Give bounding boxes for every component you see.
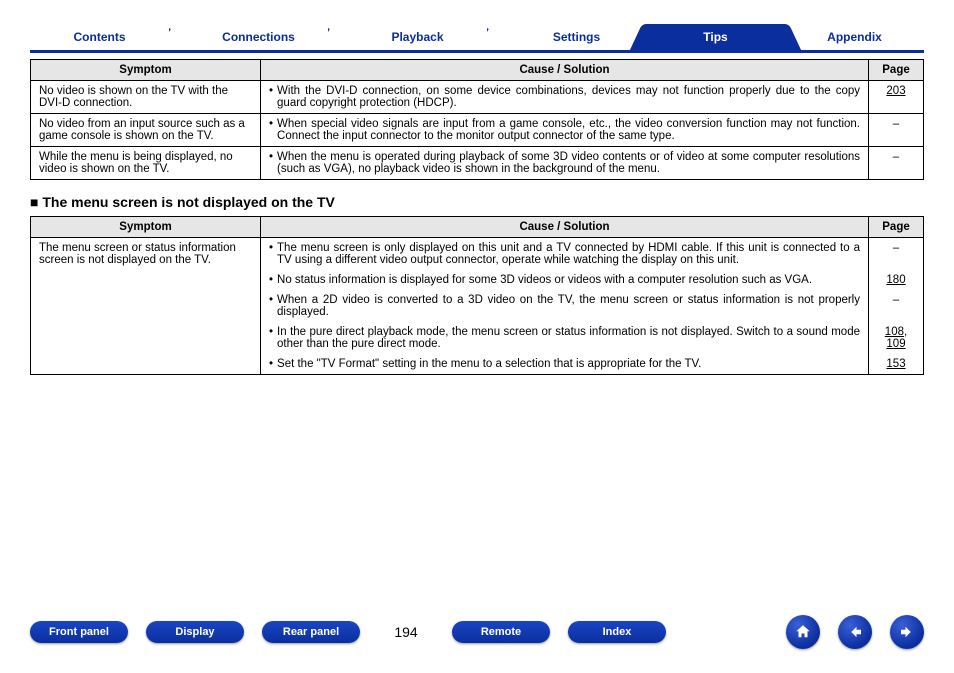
tab-playback[interactable]: Playback: [348, 24, 487, 50]
page-cell: –: [869, 114, 924, 147]
tab-tips[interactable]: Tips: [646, 24, 785, 50]
tab-settings[interactable]: Settings: [507, 24, 646, 50]
page-link[interactable]: 203: [886, 85, 905, 97]
remote-button[interactable]: Remote: [452, 621, 550, 643]
tab-contents[interactable]: Contents: [30, 24, 169, 50]
page-cell: –: [869, 147, 924, 180]
top-tabs: Contents Connections Playback Settings T…: [30, 18, 924, 53]
tab-connections[interactable]: Connections: [189, 24, 328, 50]
table-row: While the menu is being displayed, no vi…: [31, 147, 924, 180]
tab-appendix[interactable]: Appendix: [785, 24, 924, 50]
table-row: No video from an input source such as a …: [31, 114, 924, 147]
solution-cell: When special video signals are input fro…: [261, 114, 869, 147]
page-cell: –: [869, 238, 924, 271]
solution-cell: Set the "TV Format" setting in the menu …: [261, 354, 869, 375]
th-symptom: Symptom: [31, 60, 261, 81]
home-icon[interactable]: [786, 615, 820, 649]
back-icon[interactable]: [838, 615, 872, 649]
th-page: Page: [869, 217, 924, 238]
solution-cell: When the menu is operated during playbac…: [261, 147, 869, 180]
page-link[interactable]: 153: [886, 358, 905, 370]
solution-cell: With the DVI-D connection, on some devic…: [261, 81, 869, 114]
troubleshooting-table-2: Symptom Cause / Solution Page The menu s…: [30, 216, 924, 375]
page-link[interactable]: 109: [886, 338, 905, 350]
section-title: The menu screen is not displayed on the …: [30, 194, 924, 210]
th-symptom: Symptom: [31, 217, 261, 238]
symptom-cell: The menu screen or status information sc…: [31, 238, 261, 375]
page-cell: –: [869, 290, 924, 322]
display-button[interactable]: Display: [146, 621, 244, 643]
symptom-cell: No video from an input source such as a …: [31, 114, 261, 147]
forward-icon[interactable]: [890, 615, 924, 649]
page-cell: 203: [869, 81, 924, 114]
solution-cell: No status information is displayed for s…: [261, 270, 869, 290]
th-cause: Cause / Solution: [261, 60, 869, 81]
solution-cell: In the pure direct playback mode, the me…: [261, 322, 869, 354]
bottom-nav: Front panel Display Rear panel 194 Remot…: [30, 615, 924, 649]
troubleshooting-table-1: Symptom Cause / Solution Page No video i…: [30, 59, 924, 180]
solution-cell: When a 2D video is converted to a 3D vid…: [261, 290, 869, 322]
page-link[interactable]: 180: [886, 274, 905, 286]
th-page: Page: [869, 60, 924, 81]
page-link[interactable]: 108: [885, 326, 904, 338]
table-row: The menu screen or status information sc…: [31, 238, 924, 271]
page-cell: 153: [869, 354, 924, 375]
page-number: 194: [386, 624, 426, 640]
rear-panel-button[interactable]: Rear panel: [262, 621, 360, 643]
solution-cell: The menu screen is only displayed on thi…: [261, 238, 869, 271]
page-cell: 180: [869, 270, 924, 290]
index-button[interactable]: Index: [568, 621, 666, 643]
table-row: No video is shown on the TV with the DVI…: [31, 81, 924, 114]
page-cell: 108, 109: [869, 322, 924, 354]
symptom-cell: While the menu is being displayed, no vi…: [31, 147, 261, 180]
front-panel-button[interactable]: Front panel: [30, 621, 128, 643]
th-cause: Cause / Solution: [261, 217, 869, 238]
symptom-cell: No video is shown on the TV with the DVI…: [31, 81, 261, 114]
